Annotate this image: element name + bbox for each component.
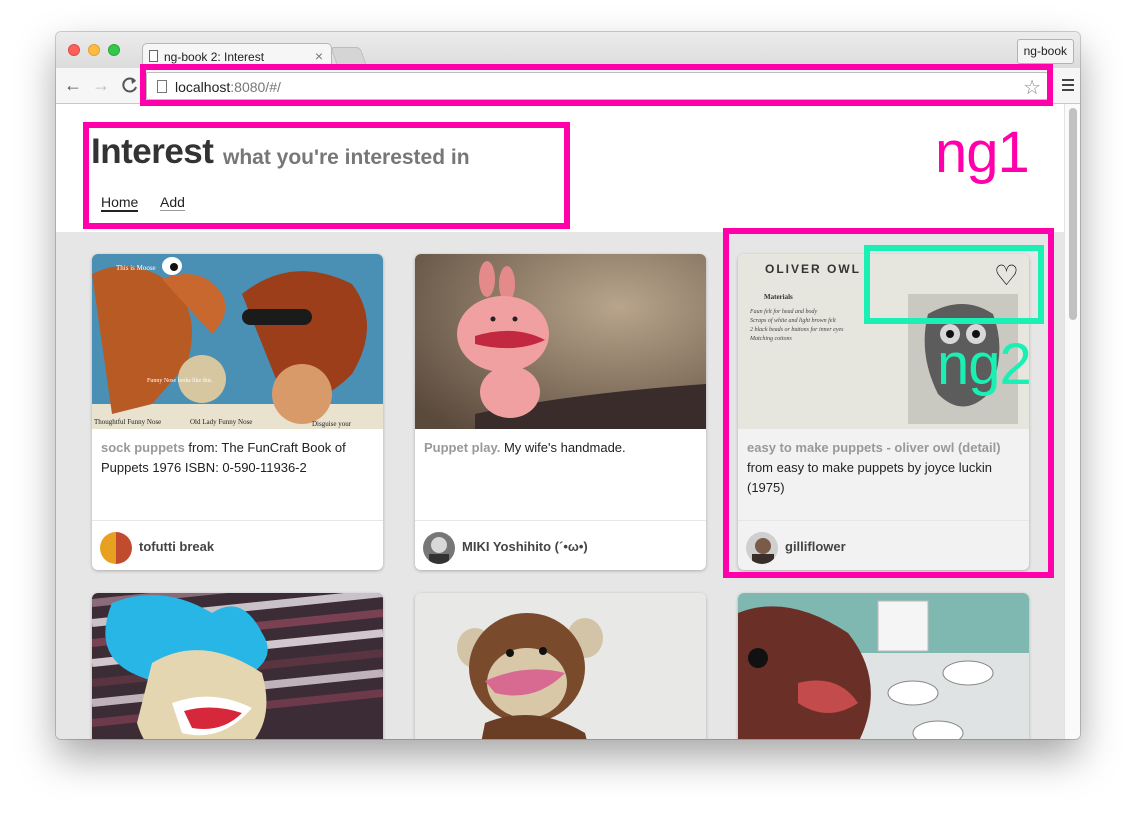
- tab-title: ng-book 2: Interest: [164, 50, 265, 64]
- pin-card[interactable]: [92, 593, 383, 739]
- title-bar: ng-book 2: Interest × ng-book: [56, 32, 1080, 70]
- url-path: :8080/#/: [230, 79, 281, 95]
- browser-tab[interactable]: ng-book 2: Interest ×: [142, 43, 332, 70]
- app-header: Interest what you're interested in Home …: [56, 104, 1064, 232]
- forward-arrow-icon[interactable]: →: [92, 76, 110, 94]
- reload-icon[interactable]: [121, 76, 139, 98]
- app-title: Interest: [91, 132, 214, 171]
- pin-caption-title[interactable]: Puppet play.: [424, 440, 500, 455]
- nav-link-home[interactable]: Home: [101, 194, 139, 212]
- heart-icon[interactable]: ♡: [994, 262, 1019, 290]
- sock-puppets-photo: This is Moose Funny Nose looks like this…: [92, 254, 383, 429]
- sewing-puppet-photo: [738, 593, 1029, 739]
- pin-caption-text: from easy to make puppets by joyce lucki…: [747, 460, 992, 495]
- author-name[interactable]: tofutti break: [139, 539, 214, 554]
- avatar[interactable]: [100, 532, 132, 564]
- author-name[interactable]: MIKI Yoshihito (´•ω•): [462, 539, 588, 554]
- image-text: Matching cottons: [749, 336, 792, 342]
- pin-caption: sock puppets from: The FunCraft Book of …: [101, 438, 371, 478]
- scrollbar-thumb[interactable]: [1069, 108, 1077, 320]
- avatar[interactable]: [423, 532, 455, 564]
- pin-card[interactable]: OLIVER OWL Materials Faun felt for head …: [738, 254, 1029, 570]
- image-text: 2 black beads or buttons for inner eyes: [750, 326, 844, 333]
- pin-image[interactable]: [738, 593, 1029, 739]
- nav-link-add[interactable]: Add: [160, 194, 185, 211]
- monkey-puppet-photo: [415, 593, 706, 739]
- image-label: Disguise your: [312, 420, 352, 428]
- image-subheading: Materials: [764, 293, 793, 301]
- pin-image[interactable]: [415, 254, 706, 429]
- profile-button[interactable]: ng-book: [1016, 39, 1074, 64]
- image-text: Scraps of white and light brown felt: [750, 317, 836, 324]
- address-bar[interactable]: localhost:8080/#/ ☆: [146, 72, 1048, 100]
- pin-image[interactable]: [92, 593, 383, 739]
- url-host: localhost: [175, 79, 231, 95]
- app-subtitle: what you're interested in: [223, 146, 470, 169]
- browser-toolbar: ← → localhost:8080/#/ ☆: [56, 68, 1080, 104]
- pin-image[interactable]: [415, 593, 706, 739]
- pin-caption-title[interactable]: sock puppets: [101, 440, 185, 455]
- pin-card[interactable]: [415, 593, 706, 739]
- blue-hair-puppet-photo: [92, 593, 383, 739]
- pin-caption: Puppet play. My wife's handmade.: [424, 438, 694, 458]
- pin-caption-title[interactable]: easy to make puppets - oliver owl (detai…: [747, 440, 1001, 455]
- pin-card[interactable]: Puppet play. My wife's handmade. MIKI Yo…: [415, 254, 706, 570]
- page-icon: [149, 50, 158, 62]
- minimize-window-button[interactable]: [88, 44, 100, 56]
- image-caption-mid: Funny Nose looks like this.: [147, 378, 213, 384]
- pin-image[interactable]: This is Moose Funny Nose looks like this…: [92, 254, 383, 429]
- image-text: Faun felt for head and body: [749, 308, 817, 315]
- avatar-graphic: [423, 532, 455, 564]
- pink-bunny-photo: [415, 254, 706, 429]
- ng1-label: ng1: [935, 120, 1030, 185]
- avatar[interactable]: [746, 532, 778, 564]
- close-window-button[interactable]: [68, 44, 80, 56]
- page-viewport: Interest what you're interested in Home …: [56, 104, 1080, 739]
- author-name[interactable]: gilliflower: [785, 539, 846, 554]
- pin-caption-text: My wife's handmade.: [500, 440, 626, 455]
- zoom-window-button[interactable]: [108, 44, 120, 56]
- url-text[interactable]: localhost:8080/#/: [175, 79, 281, 95]
- avatar-graphic: [100, 532, 132, 564]
- reload-icon-graphic: [122, 77, 137, 93]
- pin-card[interactable]: This is Moose Funny Nose looks like this…: [92, 254, 383, 570]
- browser-window: ng-book 2: Interest × ng-book ← → localh…: [56, 32, 1080, 739]
- close-tab-icon[interactable]: ×: [315, 48, 323, 64]
- image-heading: OLIVER OWL: [765, 262, 861, 276]
- pin-card[interactable]: [738, 593, 1029, 739]
- ng2-label: ng2: [937, 332, 1032, 397]
- avatar-graphic: [746, 532, 778, 564]
- back-arrow-icon[interactable]: ←: [64, 76, 82, 94]
- page-icon: [157, 80, 167, 93]
- image-caption-top: This is Moose: [116, 264, 156, 272]
- image-label: Thoughtful Funny Nose: [94, 418, 161, 426]
- bookmark-star-icon[interactable]: ☆: [1023, 75, 1041, 100]
- hamburger-menu-icon[interactable]: [1062, 79, 1074, 94]
- new-tab-button[interactable]: [330, 47, 368, 68]
- pin-footer: MIKI Yoshihito (´•ω•): [415, 520, 706, 570]
- pin-footer: gilliflower: [738, 520, 1029, 570]
- pin-caption: easy to make puppets - oliver owl (detai…: [747, 438, 1017, 498]
- image-label: Old Lady Funny Nose: [190, 418, 252, 426]
- pin-footer: tofutti break: [92, 520, 383, 570]
- vertical-scrollbar[interactable]: [1064, 104, 1080, 739]
